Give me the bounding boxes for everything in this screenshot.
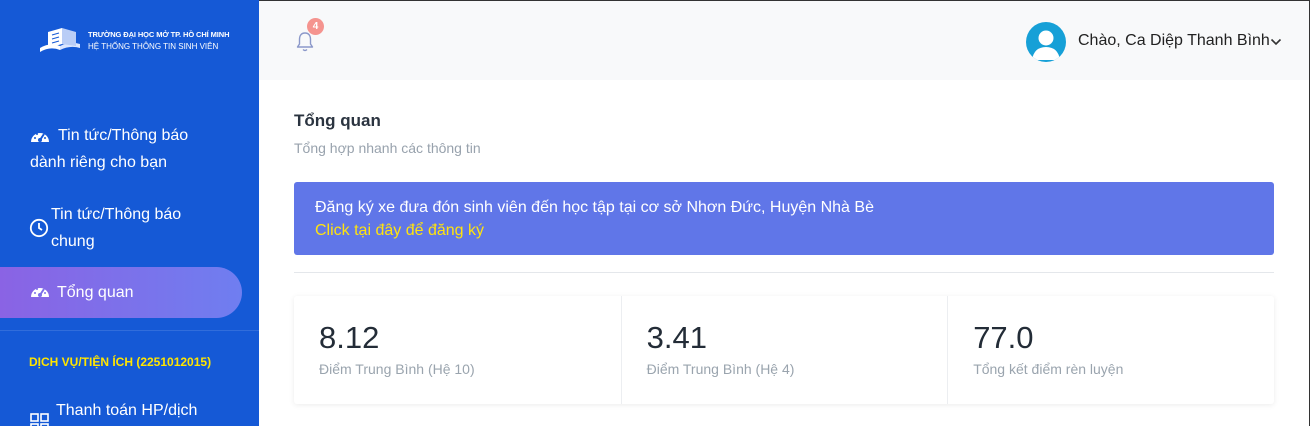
logo-system-name: HỆ THỐNG THÔNG TIN SINH VIÊN	[88, 41, 219, 51]
stat-card-conduct-score: 77.0 Tổng kết điểm rèn luyện	[947, 296, 1274, 404]
sidebar-section-title: DỊCH VỤ/TIỆN ÍCH (2251012015)	[29, 355, 212, 369]
chevron-down-icon[interactable]	[1270, 37, 1282, 47]
sidebar-divider	[0, 330, 259, 331]
stats-panel: 8.12 Điểm Trung Bình (Hệ 10) 3.41 Điểm T…	[294, 296, 1274, 404]
sidebar-item-label: Tổng quan	[57, 284, 134, 301]
top-header: 4 Chào, Ca Diệp Thanh Bình	[259, 0, 1310, 80]
dashboard-icon	[31, 133, 49, 142]
avatar[interactable]	[1026, 22, 1066, 62]
stat-label: Điểm Trung Bình (Hệ 10)	[319, 361, 475, 377]
sidebar-item-label: Tin tức/Thông báo	[58, 127, 189, 144]
sidebar: TRƯỜNG ĐẠI HỌC MỞ TP. HỒ CHÍ MINH HỆ THỐ…	[0, 0, 259, 426]
sidebar-item-label: Thanh toán HP/dịch	[56, 402, 198, 419]
announcement-text: Đăng ký xe đưa đón sinh viên đến học tập…	[315, 199, 874, 216]
stat-value: 77.0	[973, 320, 1034, 355]
content-divider	[294, 272, 1274, 273]
logo-university-name: TRƯỜNG ĐẠI HỌC MỞ TP. HỒ CHÍ MINH	[88, 29, 230, 39]
clock-icon	[29, 218, 49, 238]
university-logo[interactable]: TRƯỜNG ĐẠI HỌC MỞ TP. HỒ CHÍ MINH HỆ THỐ…	[38, 26, 230, 54]
sidebar-item-label-line2: dành riêng cho bạn	[30, 154, 167, 171]
page-subtitle: Tổng hợp nhanh các thông tin	[294, 140, 481, 156]
stat-card-gpa-4: 3.41 Điểm Trung Bình (Hệ 4)	[620, 296, 948, 404]
stat-card-gpa-10: 8.12 Điểm Trung Bình (Hệ 10)	[294, 296, 621, 404]
stat-label: Điểm Trung Bình (Hệ 4)	[646, 361, 795, 377]
stat-label: Tổng kết điểm rèn luyện	[973, 361, 1124, 377]
dashboard-icon	[31, 288, 49, 297]
user-greeting[interactable]: Chào, Ca Diệp Thanh Bình	[1078, 32, 1270, 50]
book-logo-icon	[40, 28, 80, 52]
stat-value: 3.41	[646, 320, 707, 355]
sidebar-item-label: Tin tức/Thông báo	[51, 206, 182, 223]
register-link[interactable]: Click tại đây để đăng ký	[315, 222, 484, 240]
main-content: Tổng quan Tổng hợp nhanh các thông tin Đ…	[259, 80, 1310, 426]
page-title: Tổng quan	[294, 111, 381, 130]
user-icon	[1032, 30, 1060, 60]
grid-icon	[30, 413, 49, 426]
sidebar-item-label-line2: chung	[51, 233, 95, 250]
notification-badge: 4	[307, 18, 324, 35]
stat-value: 8.12	[319, 320, 380, 355]
sidebar-item-overview[interactable]: Tổng quan	[0, 267, 242, 318]
announcement-banner: Đăng ký xe đưa đón sinh viên đến học tập…	[294, 182, 1274, 255]
